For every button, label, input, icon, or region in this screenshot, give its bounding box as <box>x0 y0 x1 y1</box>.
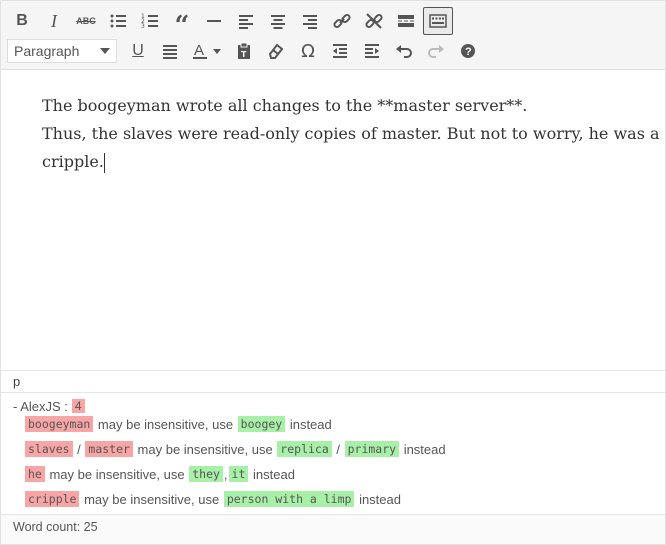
numbered-list-icon[interactable]: 123 <box>135 7 165 35</box>
alexjs-issue-row: boogeyman may be insensitive, use boogey… <box>24 414 332 434</box>
content-line-3-text: cripple. <box>42 152 104 171</box>
alexjs-issue-row: slaves / master may be insensitive, use … <box>24 439 446 459</box>
word-count: Word count: 25 <box>1 514 665 544</box>
clear-formatting-icon[interactable] <box>261 37 291 65</box>
svg-text:T: T <box>241 50 247 59</box>
editor: B I ABC 123 “ Paragraph U A T Ω ? The bo… <box>0 0 666 545</box>
format-select-value: Paragraph <box>14 43 80 59</box>
issue-tail: instead <box>355 491 401 507</box>
redo-icon[interactable] <box>421 37 451 65</box>
paste-text-icon[interactable]: T <box>229 37 259 65</box>
suggested-word: they <box>189 466 223 482</box>
element-path[interactable]: p <box>1 370 665 392</box>
alexjs-panel: - AlexJS : 4 boogeyman may be insensitiv… <box>1 392 665 515</box>
increase-indent-icon[interactable] <box>357 37 387 65</box>
issue-message: may be insensitive, use <box>80 491 223 507</box>
undo-icon[interactable] <box>389 37 419 65</box>
read-more-icon[interactable] <box>391 7 421 35</box>
element-path-label: p <box>13 374 21 389</box>
flagged-word: boogeyman <box>25 416 94 432</box>
issue-tail: instead <box>286 416 332 432</box>
flagged-word: he <box>25 466 45 482</box>
suggested-word: it <box>228 466 249 482</box>
remove-link-icon[interactable] <box>359 7 389 35</box>
text-color-icon[interactable]: A <box>187 37 227 65</box>
svg-text:A: A <box>194 42 204 59</box>
insert-link-icon[interactable] <box>327 7 357 35</box>
align-right-icon[interactable] <box>295 7 325 35</box>
suggested-word: boogey <box>237 416 286 432</box>
suggested-word: replica <box>277 441 332 457</box>
issue-message: may be insensitive, use <box>45 466 189 482</box>
underline-icon[interactable]: U <box>123 37 153 65</box>
svg-text:?: ? <box>465 46 472 58</box>
align-center-icon[interactable] <box>263 7 293 35</box>
blockquote-icon[interactable]: “ <box>167 7 197 39</box>
toolbar-row-2: Paragraph U A T Ω ? <box>7 35 485 67</box>
word-separator: , <box>223 466 228 482</box>
issue-tail: instead <box>249 466 295 482</box>
help-icon[interactable]: ? <box>453 37 483 65</box>
special-character-icon[interactable]: Ω <box>293 37 323 65</box>
editor-content[interactable]: The boogeyman wrote all changes to the *… <box>1 70 665 370</box>
horizontal-rule-icon[interactable] <box>199 7 229 35</box>
flagged-word: master <box>85 441 133 457</box>
decrease-indent-icon[interactable] <box>325 37 355 65</box>
content-line-2: Thus, the slaves were read-only copies o… <box>42 124 660 143</box>
suggested-word: primary <box>344 441 400 457</box>
bold-icon[interactable]: B <box>7 7 37 35</box>
word-separator: / <box>332 441 344 457</box>
editor-toolbar: B I ABC 123 “ Paragraph U A T Ω ? <box>1 1 665 70</box>
toolbar-toggle-icon[interactable] <box>423 7 453 35</box>
flagged-word: slaves <box>25 441 73 457</box>
italic-icon[interactable]: I <box>39 7 69 35</box>
flagged-word: cripple <box>25 491 80 507</box>
content-line-3: cripple. <box>42 148 662 176</box>
justify-icon[interactable] <box>155 37 185 65</box>
content-line-1: The boogeyman wrote all changes to the *… <box>42 96 528 115</box>
alexjs-issue-count: 4 <box>71 399 85 413</box>
suggested-word: person with a limp <box>223 491 355 507</box>
align-left-icon[interactable] <box>231 7 261 35</box>
alexjs-issue-row: he may be insensitive, use they, it inste… <box>24 464 295 484</box>
text-cursor <box>103 152 105 173</box>
chevron-down-icon <box>100 48 110 54</box>
alexjs-issue-row: cripple may be insensitive, use person w… <box>24 489 401 509</box>
word-separator: / <box>73 441 85 457</box>
toolbar-row-1: B I ABC 123 “ <box>7 5 455 39</box>
alexjs-header: - AlexJS : 4 <box>13 397 85 415</box>
svg-text:3: 3 <box>141 23 145 30</box>
alexjs-label: - AlexJS : <box>13 398 68 414</box>
bullet-list-icon[interactable] <box>103 7 133 35</box>
issue-tail: instead <box>400 441 446 457</box>
strikethrough-icon[interactable]: ABC <box>71 7 101 35</box>
issue-message: may be insensitive, use <box>133 441 277 457</box>
format-select[interactable]: Paragraph <box>7 39 117 63</box>
issue-message: may be insensitive, use <box>94 416 237 432</box>
